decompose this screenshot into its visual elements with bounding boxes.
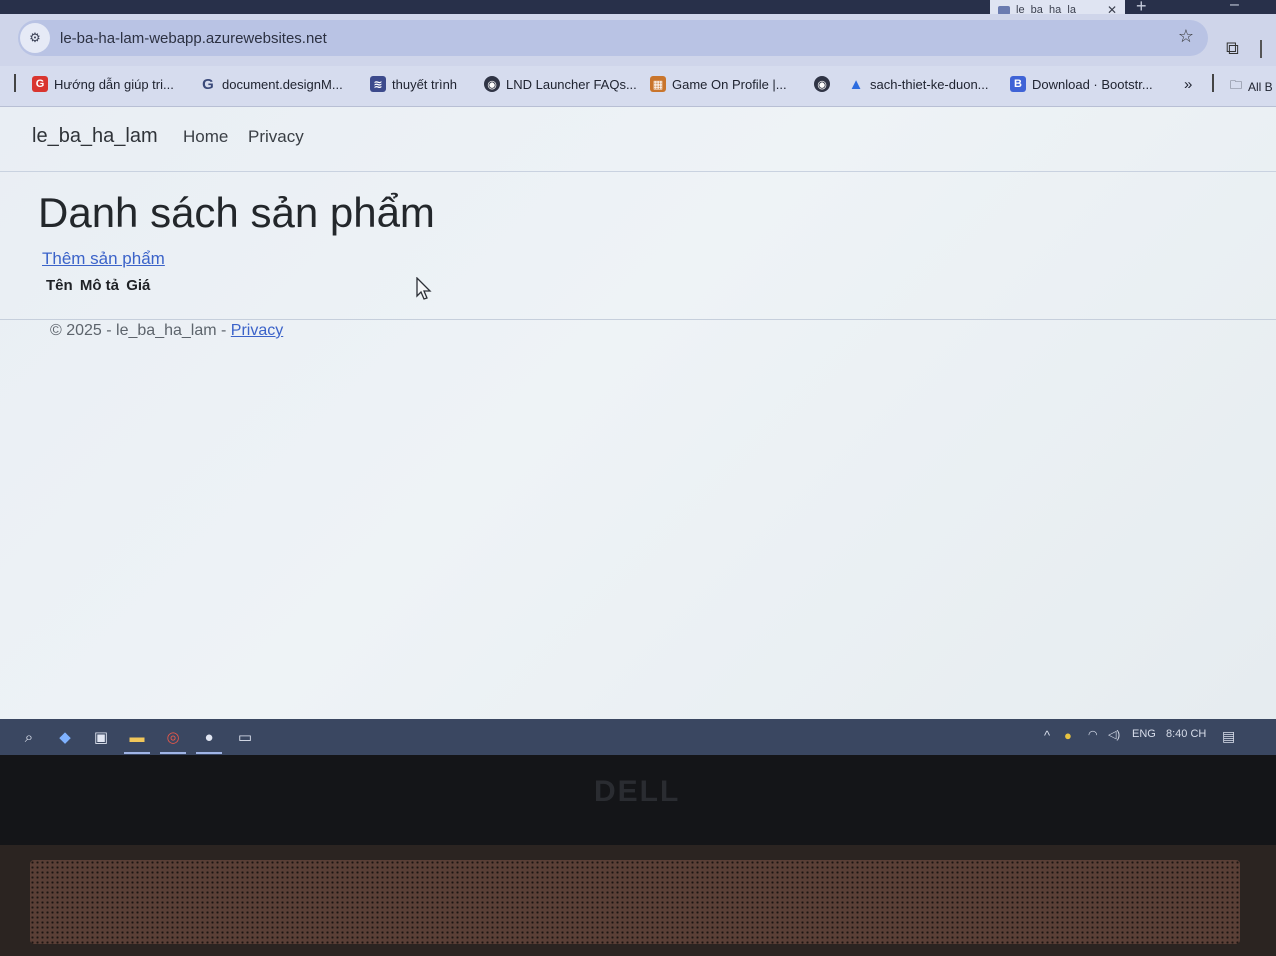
bookmark-label: Hướng dẫn giúp tri... xyxy=(54,76,174,92)
windows-taskbar: ⌕ ◆ ▣ ▬ ◎ ● ▭ ^ ● ◠ ◁) ENG 8:40 CH ▤ xyxy=(0,719,1276,755)
bookmark-item[interactable]: G document.designM... xyxy=(200,75,343,93)
g-red-icon: G xyxy=(32,76,48,92)
laptop-bezel: DELL xyxy=(0,755,1276,845)
active-app-indicator xyxy=(196,752,222,754)
footer-privacy-link[interactable]: Privacy xyxy=(231,322,283,339)
column-header-name: Tên xyxy=(46,277,73,294)
nav-home-link[interactable]: Home xyxy=(183,127,228,147)
wifi-icon[interactable]: ◠ xyxy=(1088,728,1098,741)
site-brand[interactable]: le_ba_ha_lam xyxy=(32,125,158,148)
bookmark-star-icon[interactable]: ☆ xyxy=(1178,26,1194,47)
drive-icon: ▲ xyxy=(848,75,864,93)
bookmark-label: Download · Bootstr... xyxy=(1032,76,1153,92)
game-icon: ▦ xyxy=(650,76,666,92)
speaker-grille xyxy=(30,860,1240,944)
bookmarks-divider xyxy=(14,74,16,92)
globe-icon: ◉ xyxy=(484,76,500,92)
address-bar[interactable]: ⚙ le-ba-ha-lam-webapp.azurewebsites.net … xyxy=(18,20,1208,56)
language-indicator[interactable]: ENG xyxy=(1132,728,1156,740)
active-app-indicator xyxy=(124,752,150,754)
url-text[interactable]: le-ba-ha-lam-webapp.azurewebsites.net xyxy=(60,30,327,47)
nav-privacy-link[interactable]: Privacy xyxy=(248,127,304,147)
bookmark-label: sach-thiet-ke-duon... xyxy=(870,76,989,92)
search-icon[interactable]: ⌕ xyxy=(20,728,38,746)
stack-icon: ≋ xyxy=(370,76,386,92)
dell-logo: DELL xyxy=(594,775,681,808)
browser-toolbar: ⚙ le-ba-ha-lam-webapp.azurewebsites.net … xyxy=(0,14,1276,66)
site-navbar: le_ba_ha_lam Home Privacy xyxy=(0,107,1276,172)
volume-icon[interactable]: ◁) xyxy=(1108,728,1120,741)
minimize-icon[interactable]: – xyxy=(1230,0,1239,14)
extensions-icon[interactable]: ⧉ xyxy=(1226,38,1239,59)
bookmark-item[interactable]: B Download · Bootstr... xyxy=(1010,76,1153,92)
column-header-price: Giá xyxy=(126,277,151,294)
mouse-cursor-icon xyxy=(416,277,432,300)
toolbar-divider xyxy=(1260,40,1262,58)
add-product-link[interactable]: Thêm sản phẩm xyxy=(42,249,165,269)
bookmark-item[interactable]: ◉ xyxy=(814,76,830,92)
google-icon: G xyxy=(202,75,214,93)
all-bookmarks-label: All B xyxy=(1248,79,1273,94)
bookmark-item[interactable]: ▲ sach-thiet-ke-duon... xyxy=(848,75,989,93)
bookmark-item[interactable]: ≋ thuyết trình xyxy=(370,76,457,92)
file-explorer-icon[interactable]: ▬ xyxy=(128,728,146,746)
app-window-icon[interactable]: ▭ xyxy=(236,728,254,746)
bookmarks-divider xyxy=(1212,74,1214,92)
site-info-icon[interactable]: ⚙ xyxy=(20,23,50,53)
globe-icon: ◉ xyxy=(814,76,830,92)
bookmark-label: LND Launcher FAQs... xyxy=(506,76,637,92)
bootstrap-icon: B xyxy=(1010,76,1026,92)
more-bookmarks-icon[interactable]: » xyxy=(1184,76,1192,93)
bookmark-item[interactable]: ◉ LND Launcher FAQs... xyxy=(484,76,637,92)
copilot-icon[interactable]: ◆ xyxy=(56,728,74,746)
folder-icon: 🗀 xyxy=(1230,78,1243,92)
bookmark-item[interactable]: G Hướng dẫn giúp tri... xyxy=(32,76,174,92)
notification-icon[interactable]: ▤ xyxy=(1222,728,1235,745)
footer-divider xyxy=(0,319,1276,320)
bookmark-item[interactable]: ▦ Game On Profile |... xyxy=(650,76,787,92)
bookmark-label: document.designM... xyxy=(222,76,343,92)
chat-icon[interactable]: ● xyxy=(200,728,218,746)
page-viewport: le_ba_ha_lam Home Privacy Danh sách sản … xyxy=(0,107,1276,719)
bookmarks-bar: G Hướng dẫn giúp tri... G document.desig… xyxy=(0,66,1276,107)
all-bookmarks-button[interactable]: 🗀 All B xyxy=(1230,76,1273,97)
footer-copyright: © 2025 - le_ba_ha_lam - xyxy=(50,322,231,339)
site-footer: © 2025 - le_ba_ha_lam - Privacy xyxy=(50,322,283,340)
bookmark-label: Game On Profile |... xyxy=(672,76,787,92)
product-table-header: Tên Mô tả Giá xyxy=(46,277,153,294)
chrome-icon[interactable]: ◎ xyxy=(164,728,182,746)
bookmark-label: thuyết trình xyxy=(392,76,458,92)
tray-app-icon[interactable]: ● xyxy=(1064,728,1072,743)
column-header-description: Mô tả xyxy=(79,277,120,294)
active-app-indicator xyxy=(160,752,186,754)
page-title: Danh sách sản phẩm xyxy=(38,189,435,236)
clock[interactable]: 8:40 CH xyxy=(1166,728,1206,740)
store-icon[interactable]: ▣ xyxy=(92,728,110,746)
tray-chevron-icon[interactable]: ^ xyxy=(1044,728,1050,743)
